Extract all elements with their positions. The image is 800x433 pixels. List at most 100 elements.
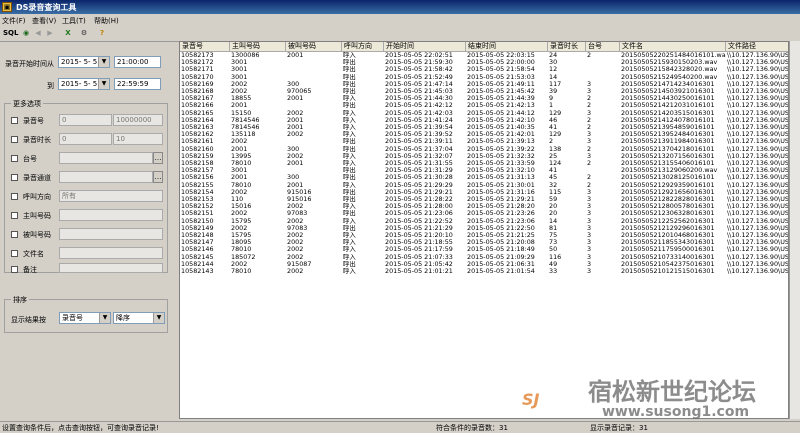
menu-tools[interactable]: 工具(T)	[62, 16, 86, 26]
table-row[interactable]: 10582173 1300086 2001 呼入 2015-05-05 22:02:51…	[180, 52, 788, 59]
cell-caller: 15150	[231, 109, 252, 117]
table-row[interactable]: 10582165 15150 2002 呼入 2015-05-05 21:42:03 20…	[180, 109, 788, 117]
menu-view[interactable]: 查看(V)	[32, 16, 56, 26]
query-icon[interactable]: SQL	[3, 28, 18, 39]
remark-input[interactable]	[59, 263, 163, 273]
table-row[interactable]: 10582156 2001 300 呼出 2015-05-05 21:30:28 2015…	[180, 174, 788, 181]
table-row[interactable]: 10582151 2002 97083 呼出 2015-05-05 21:23:06 20…	[180, 210, 788, 217]
table-row[interactable]: 10582168 2002 970065 呼出 2015-05-05 21:45:03 2…	[180, 88, 788, 95]
channel-checkbox[interactable]	[11, 174, 18, 181]
cell-callee: 2001	[287, 95, 304, 103]
table-row[interactable]: 10582158 78010 2001 呼入 2015-05-05 21:31:55 20…	[180, 160, 788, 167]
table-row[interactable]: 10582153 110 915016 呼出 2015-05-05 21:28:22 20…	[180, 196, 788, 203]
col-recording-id[interactable]: 录音号	[180, 42, 230, 52]
col-callee[interactable]: 被叫号码	[286, 42, 342, 52]
sort-order-select[interactable]: 降序 ▼	[113, 312, 165, 324]
caller-input[interactable]	[59, 209, 163, 221]
excel-export-icon[interactable]: X	[62, 28, 74, 39]
table-row[interactable]: 10582148 15795 2002 呼入 2015-05-05 21:20:10 20…	[180, 232, 788, 239]
recording-id-to[interactable]: 10000000	[113, 114, 163, 126]
menu-file[interactable]: 文件(F)	[2, 16, 26, 26]
col-direction[interactable]: 呼叫方向	[342, 42, 384, 52]
table-row[interactable]: 10582152 15016 2002 呼入 2015-05-05 21:28:00 20…	[180, 203, 788, 210]
table-row[interactable]: 10582164 7814546 2001 呼入 2015-05-05 21:41:24…	[180, 116, 788, 124]
cell-filepath: \\10.127.136.90\USB	[727, 152, 789, 160]
cell-end-time: 2015-05-05 21:42:10	[467, 116, 535, 124]
table-row[interactable]: 10582143 78010 2002 呼入 2015-05-05 21:01:21 20…	[180, 268, 788, 275]
start-date-picker[interactable]: 2015- 5- 5 ▼	[58, 56, 110, 68]
table-row[interactable]: 10582172 3001 呼出 2015-05-05 21:59:30 2015-05…	[180, 59, 788, 66]
station-checkbox[interactable]	[11, 155, 18, 162]
caller-checkbox[interactable]	[11, 212, 18, 219]
col-filepath[interactable]: 文件路径	[726, 42, 788, 52]
cell-filepath: \\10.127.136.90\USB	[727, 131, 789, 139]
col-duration[interactable]: 录音时长	[548, 42, 586, 52]
recording-id-checkbox[interactable]	[11, 117, 18, 124]
table-row[interactable]: 10582167 18855 2001 呼入 2015-05-05 21:44:30 20…	[180, 95, 788, 103]
play-icon[interactable]: ◉	[20, 28, 32, 39]
forward-icon[interactable]: ▶	[44, 28, 56, 39]
filename-checkbox[interactable]	[11, 250, 18, 257]
cell-end-time: 2015-05-05 21:23:06	[467, 217, 535, 225]
callee-checkbox[interactable]	[11, 231, 18, 238]
direction-select[interactable]: 所有	[59, 190, 163, 202]
cell-duration: 1	[549, 102, 554, 110]
duration-to[interactable]: 10	[113, 133, 163, 145]
table-row[interactable]: 10582159 13995 2002 呼入 2015-05-05 21:32:07 20…	[180, 152, 789, 160]
recording-id-from[interactable]: 0	[59, 114, 112, 126]
channel-browse-button[interactable]: …	[153, 171, 163, 183]
table-row[interactable]: 10582171 3001 呼出 2015-05-05 21:58:42 2015-05…	[180, 66, 788, 74]
cell-filepath: \\10.127.136.90\USB	[727, 102, 789, 110]
table-row[interactable]: 10582146 78010 2002 呼入 2015-05-05 21:17:59 20…	[180, 246, 788, 253]
col-end-time[interactable]: 结束时间	[466, 42, 548, 52]
help-icon[interactable]: ?	[96, 28, 108, 39]
duration-from[interactable]: 0	[59, 133, 112, 145]
station-browse-button[interactable]: …	[153, 152, 163, 164]
table-row[interactable]: 10582149 2002 97083 呼出 2015-05-05 21:21:29 20…	[180, 225, 788, 232]
duration-checkbox[interactable]	[11, 136, 18, 143]
callee-input[interactable]	[59, 228, 163, 240]
table-row[interactable]: 10582154 2002 915016 呼出 2015-05-05 21:29:21 2…	[180, 189, 788, 196]
menu-help[interactable]: 帮助(H)	[94, 16, 119, 26]
cell-end-time: 2015-05-05 21:44:12	[467, 109, 535, 117]
table-row[interactable]: 10582144 2002 915087 呼出 2015-05-05 21:05:42 2…	[180, 261, 788, 268]
table-row[interactable]: 10582160 2001 300 呼出 2015-05-05 21:37:04 2015…	[180, 146, 788, 153]
cell-recording-id: 10582164	[181, 116, 214, 124]
vertical-scrollbar[interactable]	[789, 41, 800, 419]
table-row[interactable]: 10582145 185072 2002 呼入 2015-05-05 21:07:33 2…	[180, 254, 788, 261]
table-row[interactable]: 10582163 7814546 2001 呼入 2015-05-05 21:39:54…	[180, 124, 788, 131]
col-caller[interactable]: 主叫号码	[230, 42, 286, 52]
table-row[interactable]: 10582157 3001 呼出 2015-05-05 21:31:29 2015-05…	[180, 167, 788, 175]
table-row[interactable]: 10582170 3001 呼出 2015-05-05 21:52:49 2015-05…	[180, 74, 788, 81]
cell-start-time: 2015-05-05 21:45:03	[385, 88, 453, 95]
cell-caller: 3001	[231, 66, 248, 74]
filename-input[interactable]	[59, 247, 163, 259]
station-input[interactable]	[59, 152, 153, 164]
back-icon[interactable]: ◀	[32, 28, 44, 39]
table-row[interactable]: 10582147 18095 2002 呼入 2015-05-05 21:18:55 20…	[180, 239, 788, 246]
col-filename[interactable]: 文件名	[620, 42, 726, 52]
remark-checkbox[interactable]	[11, 266, 18, 273]
cell-caller: 2002	[231, 80, 248, 88]
cell-caller: 3001	[231, 167, 248, 175]
menu-bar: 文件(F) 查看(V) 工具(T) 帮助(H)	[0, 14, 800, 27]
start-time-input[interactable]: 21:00:00	[114, 56, 161, 68]
caller-label: 主叫号码	[23, 212, 51, 220]
end-date-picker[interactable]: 2015- 5- 5 ▼	[58, 78, 110, 90]
table-row[interactable]: 10582155 78010 2001 呼入 2015-05-05 21:29:29 20…	[180, 182, 788, 189]
table-row[interactable]: 10582161 2002 呼出 2015-05-05 21:39:11 2015-05…	[180, 138, 788, 145]
table-row[interactable]: 10582162 135118 2002 呼入 2015-05-05 21:39:52 2…	[180, 131, 789, 139]
end-time-input[interactable]: 22:59:59	[114, 78, 161, 90]
settings-icon[interactable]: ⚙	[78, 28, 90, 39]
table-row[interactable]: 10582166 2001 呼出 2015-05-05 21:42:12 2015-05…	[180, 102, 789, 110]
direction-label: 呼叫方向	[23, 193, 51, 201]
channel-input[interactable]	[59, 171, 153, 183]
table-row[interactable]: 10582169 2002 300 呼出 2015-05-05 21:47:14 2015…	[180, 80, 788, 88]
table-row[interactable]: 10582150 15795 2002 呼入 2015-05-05 21:22:52 20…	[180, 217, 789, 225]
cell-filename: 20150505214212031016101	[621, 102, 715, 110]
col-station[interactable]: 台号	[586, 42, 620, 52]
col-start-time[interactable]: 开始时间	[384, 42, 466, 52]
sort-field-select[interactable]: 录音号 ▼	[59, 312, 111, 324]
cell-filepath: \\10.127.136.90\USB	[727, 217, 789, 225]
direction-checkbox[interactable]	[11, 193, 18, 200]
